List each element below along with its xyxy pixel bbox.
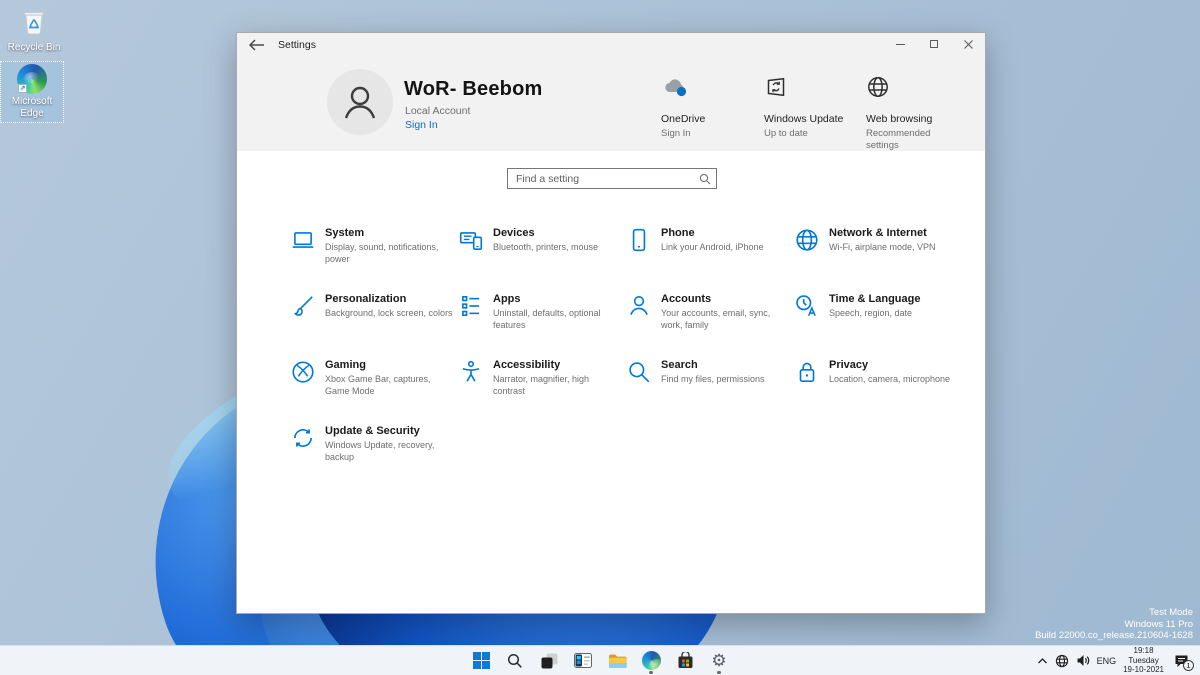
edge-icon: ↗: [17, 64, 47, 94]
taskbar-search-icon[interactable]: [502, 648, 528, 674]
search-icon: [626, 359, 652, 385]
watermark-line: Test Mode: [1149, 607, 1193, 619]
clock-language-icon: [794, 293, 820, 319]
onedrive-cloud-icon: [661, 79, 691, 103]
tile-web-browsing[interactable]: Web browsing Recommended settings: [866, 75, 962, 153]
account-type-label: Local Account: [405, 105, 471, 117]
search-icon: [699, 172, 711, 190]
phone-icon: [626, 227, 652, 253]
clock-day: Tuesday: [1128, 655, 1159, 665]
tile-title: OneDrive: [661, 113, 706, 125]
tile-subtitle: Recommended settings: [866, 128, 931, 152]
start-button[interactable]: [468, 648, 494, 674]
search-input[interactable]: [507, 168, 717, 189]
sync-icon: [290, 425, 316, 451]
window-controls: [883, 33, 985, 55]
tray-language-label[interactable]: ENG: [1097, 656, 1117, 666]
person-icon: [626, 293, 652, 319]
taskbar-settings-icon[interactable]: ⚙: [706, 648, 732, 674]
desktop-icon-microsoft-edge[interactable]: ↗ Microsoft Edge: [0, 61, 64, 123]
category-update-security[interactable]: Update & Security Windows Update, recove…: [290, 425, 458, 491]
tray-clock[interactable]: 19:18 Tuesday 19-10-2021: [1123, 646, 1164, 674]
accessibility-icon: [458, 359, 484, 385]
settings-running-indicator: [717, 670, 721, 674]
watermark-line: Build 22000.co_release.210604-1628: [1035, 630, 1193, 642]
xbox-icon: [290, 359, 316, 385]
sign-in-link[interactable]: Sign In: [405, 119, 438, 131]
desktop-icon-label: Microsoft Edge: [11, 96, 53, 119]
edge-icon[interactable]: [638, 648, 665, 674]
tile-windows-update[interactable]: Windows Update Up to date: [764, 75, 860, 140]
close-button[interactable]: [951, 33, 985, 55]
category-phone[interactable]: Phone Link your Android, iPhone: [626, 227, 794, 293]
desktop-icon-label: Recycle Bin: [7, 41, 61, 53]
category-gaming[interactable]: Gaming Xbox Game Bar, captures, Game Mod…: [290, 359, 458, 425]
user-name: WoR- Beebom: [404, 78, 543, 100]
tile-subtitle: Sign In: [661, 128, 691, 139]
search-box: [507, 168, 717, 189]
tile-title: Web browsing: [866, 113, 933, 125]
back-button[interactable]: [248, 38, 266, 52]
window-title: Settings: [278, 39, 316, 51]
test-mode-watermark: Test Mode Windows 11 Pro Build 22000.co_…: [1035, 607, 1193, 642]
taskbar: ⚙ ENG 19:18 Tuesday 19-10-2021 1: [0, 645, 1200, 675]
category-apps[interactable]: Apps Uninstall, defaults, optional featu…: [458, 293, 626, 359]
globe-icon: [866, 77, 890, 103]
category-privacy[interactable]: Privacy Location, camera, microphone: [794, 359, 962, 425]
desktop: Recycle Bin ↗ Microsoft Edge Test Mode W…: [0, 0, 1200, 675]
task-view-icon[interactable]: [536, 648, 562, 674]
clock-time: 19:18: [1133, 646, 1154, 656]
recycle-bin-icon: [3, 6, 65, 40]
watermark-line: Windows 11 Pro: [1124, 618, 1193, 630]
lock-icon: [794, 359, 820, 385]
category-system[interactable]: System Display, sound, notifications, po…: [290, 227, 458, 293]
microsoft-store-icon[interactable]: [672, 648, 698, 674]
settings-window: Settings WoR- Beebom Local Account Sign …: [236, 32, 986, 614]
edge-running-indicator: [649, 670, 653, 674]
windows-update-icon: [764, 77, 788, 103]
apps-list-icon: [458, 293, 484, 319]
category-devices[interactable]: Devices Bluetooth, printers, mouse: [458, 227, 626, 293]
taskbar-center-icons: ⚙: [468, 646, 732, 675]
widgets-icon[interactable]: [570, 648, 596, 674]
category-search[interactable]: Search Find my files, permissions: [626, 359, 794, 425]
settings-category-grid: System Display, sound, notifications, po…: [290, 227, 962, 491]
tile-onedrive[interactable]: OneDrive Sign In: [661, 75, 757, 140]
maximize-button[interactable]: [917, 33, 951, 55]
notification-badge: 1: [1183, 659, 1194, 671]
tile-title: Windows Update: [764, 113, 844, 125]
category-time-language[interactable]: Time & Language Speech, region, date: [794, 293, 962, 359]
tray-volume-icon[interactable]: [1076, 654, 1090, 667]
tile-subtitle: Up to date: [764, 128, 808, 139]
notification-center-icon[interactable]: 1: [1174, 654, 1194, 671]
category-accessibility[interactable]: Accessibility Narrator, magnifier, high …: [458, 359, 626, 425]
avatar[interactable]: [327, 69, 393, 135]
clock-date: 19-10-2021: [1123, 665, 1164, 675]
category-personalization[interactable]: Personalization Background, lock screen,…: [290, 293, 458, 359]
laptop-icon: [290, 227, 316, 253]
minimize-button[interactable]: [883, 33, 917, 55]
network-globe-icon: [794, 227, 820, 253]
system-tray: ENG 19:18 Tuesday 19-10-2021 1: [1037, 646, 1195, 675]
desktop-icon-recycle-bin[interactable]: Recycle Bin: [3, 6, 65, 53]
category-accounts[interactable]: Accounts Your accounts, email, sync, wor…: [626, 293, 794, 359]
devices-icon: [458, 227, 484, 253]
file-explorer-icon[interactable]: [604, 648, 630, 674]
tray-network-globe-icon[interactable]: [1055, 654, 1069, 668]
category-network-internet[interactable]: Network & Internet Wi-Fi, airplane mode,…: [794, 227, 962, 293]
brush-icon: [290, 293, 316, 319]
shortcut-arrow-icon: ↗: [18, 84, 27, 93]
tray-chevron-up-icon[interactable]: [1037, 657, 1048, 665]
